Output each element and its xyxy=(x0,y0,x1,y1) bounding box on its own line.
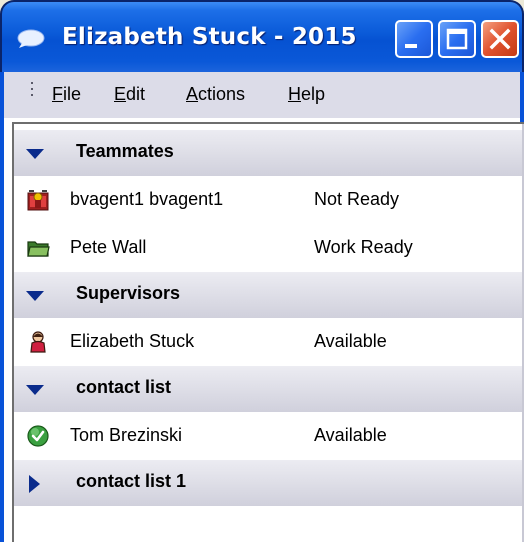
menu-help-mnemonic: H xyxy=(288,84,301,104)
menu-edit-mnemonic: E xyxy=(114,84,127,104)
supervisor-person-icon xyxy=(30,331,46,353)
contact-name: Elizabeth Stuck xyxy=(70,331,195,351)
menu-actions-label: ctions xyxy=(198,84,246,104)
close-icon xyxy=(489,28,511,50)
contact-row[interactable]: Elizabeth Stuck Available xyxy=(14,318,524,366)
minimize-icon xyxy=(405,44,417,48)
group-header-supervisors[interactable]: Supervisors xyxy=(14,272,524,318)
window-title: Elizabeth Stuck - 2015 xyxy=(62,24,357,50)
expanded-arrow-icon[interactable] xyxy=(26,145,44,163)
minimize-button[interactable] xyxy=(395,20,433,58)
contact-row[interactable]: Pete Wall Work Ready xyxy=(14,224,524,272)
contact-status: Available xyxy=(314,425,387,445)
group-label: Supervisors xyxy=(76,283,181,303)
toolbar-grip-icon[interactable] xyxy=(30,81,34,99)
contact-name: bvagent1 bvagent1 xyxy=(70,189,224,209)
expanded-arrow-icon[interactable] xyxy=(26,381,44,399)
contact-tree: Teammates bvagent1 bvagent1 Not Ready Pe… xyxy=(12,122,524,542)
maximize-icon xyxy=(446,28,468,50)
available-check-icon xyxy=(27,425,49,447)
title-bar[interactable]: Elizabeth Stuck - 2015 xyxy=(0,0,524,72)
collapsed-arrow-icon[interactable] xyxy=(26,475,44,493)
menu-help[interactable]: Help xyxy=(288,84,325,105)
chat-bubble-icon xyxy=(17,29,45,48)
not-ready-status-icon xyxy=(27,190,49,211)
menu-help-label: elp xyxy=(301,84,326,104)
menu-file-label: ile xyxy=(63,84,82,104)
group-header-teammates[interactable]: Teammates xyxy=(14,130,524,176)
close-button[interactable] xyxy=(481,20,519,58)
menu-edit[interactable]: Edit xyxy=(114,84,145,105)
menu-file[interactable]: File xyxy=(52,84,81,105)
group-header-contact-list-1[interactable]: contact list 1 xyxy=(14,460,524,506)
menu-actions[interactable]: Actions xyxy=(186,84,245,105)
menu-file-mnemonic: F xyxy=(52,84,63,104)
expanded-arrow-icon[interactable] xyxy=(26,287,44,305)
contact-status: Not Ready xyxy=(314,189,400,209)
work-ready-folder-icon xyxy=(27,241,50,257)
menu-actions-mnemonic: A xyxy=(186,84,199,104)
group-label: Teammates xyxy=(76,141,174,161)
menu-edit-label: dit xyxy=(126,84,146,104)
maximize-button[interactable] xyxy=(438,20,476,58)
group-label: contact list xyxy=(76,377,172,397)
contact-row[interactable]: Tom Brezinski Available xyxy=(14,412,524,460)
group-label: contact list 1 xyxy=(76,471,187,491)
group-header-contact-list[interactable]: contact list xyxy=(14,366,524,412)
contact-status: Available xyxy=(314,331,387,351)
contact-name: Tom Brezinski xyxy=(70,425,183,445)
contact-row[interactable]: bvagent1 bvagent1 Not Ready xyxy=(14,176,524,224)
menu-bar: File Edit Actions Help xyxy=(0,72,524,118)
contact-name: Pete Wall xyxy=(70,237,147,257)
contact-panel: Teammates bvagent1 bvagent1 Not Ready Pe… xyxy=(0,118,524,542)
contact-status: Work Ready xyxy=(314,237,413,257)
contact-window: Elizabeth Stuck - 2015 File Edit Actions… xyxy=(0,0,524,542)
